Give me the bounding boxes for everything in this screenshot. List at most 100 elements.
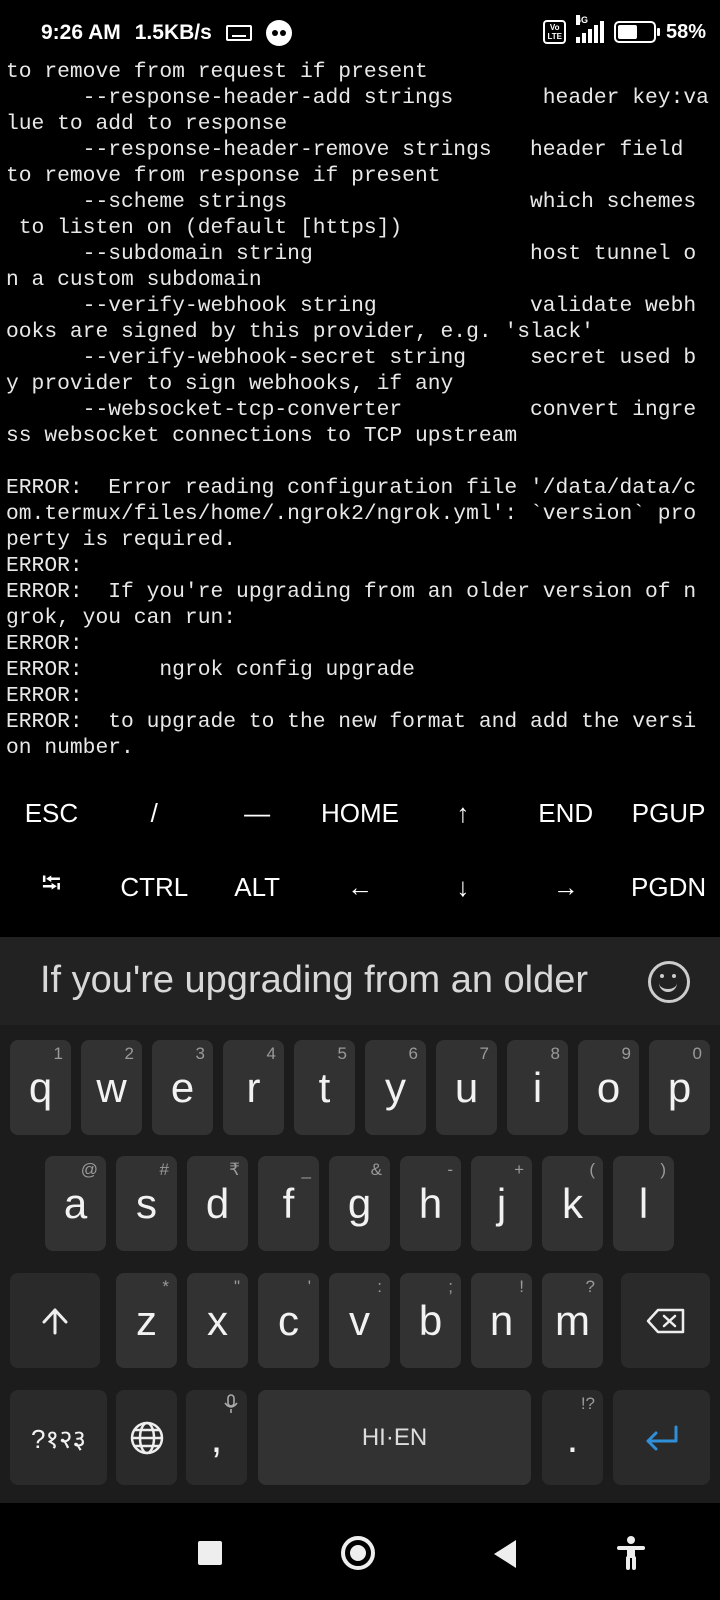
key-f[interactable]: f _ bbox=[258, 1156, 319, 1251]
extra-key-2-2[interactable]: CTRL bbox=[103, 850, 206, 924]
extra-key-2-3[interactable]: ALT bbox=[206, 850, 309, 924]
key-t-label: t bbox=[318, 1063, 331, 1111]
extra-key-2-5[interactable]: ↓ bbox=[411, 850, 514, 924]
extra-key-1-2[interactable]: / bbox=[103, 776, 206, 850]
key-z-label: z bbox=[136, 1296, 157, 1344]
soft-keyboard: If you're upgrading from an older q1w2e3… bbox=[0, 937, 720, 1503]
key-e-label: e bbox=[170, 1063, 195, 1111]
terminal-output[interactable]: to remove from request if present --resp… bbox=[6, 59, 716, 761]
key-y[interactable]: y6 bbox=[365, 1040, 426, 1135]
key-f-hint: _ bbox=[301, 1160, 311, 1179]
key-l[interactable]: l) bbox=[613, 1156, 674, 1251]
key-p-hint: 0 bbox=[692, 1044, 702, 1063]
terminal-line: --response-header-add strings header key… bbox=[6, 86, 709, 110]
home-icon[interactable] bbox=[341, 1536, 375, 1570]
key-p[interactable]: p0 bbox=[649, 1040, 710, 1135]
key-t[interactable]: t5 bbox=[294, 1040, 355, 1135]
key-m[interactable]: m? bbox=[542, 1273, 603, 1368]
space-bar[interactable]: HI·EN bbox=[258, 1390, 531, 1485]
terminal-line: --scheme strings which schemes bbox=[6, 190, 697, 214]
enter-key[interactable] bbox=[613, 1390, 710, 1485]
battery-percent: 58% bbox=[665, 20, 706, 43]
key-k[interactable]: k( bbox=[542, 1156, 603, 1251]
key-q-label: q bbox=[28, 1063, 53, 1111]
key-e[interactable]: e3 bbox=[152, 1040, 213, 1135]
key-v-hint: : bbox=[377, 1277, 382, 1296]
key-a[interactable]: a @ bbox=[45, 1156, 106, 1251]
key-c-label: c bbox=[278, 1296, 299, 1344]
recents-icon[interactable] bbox=[198, 1541, 222, 1565]
status-left: 9:26 AM 1.5KB/s bbox=[41, 20, 292, 46]
accessibility-icon[interactable] bbox=[614, 1535, 648, 1571]
key-l-hint: ) bbox=[660, 1160, 666, 1179]
key-v[interactable]: v: bbox=[329, 1273, 390, 1368]
extra-key-2-4[interactable]: ← bbox=[309, 850, 412, 924]
terminal-line: ERROR: ngrok config upgrade bbox=[6, 658, 415, 682]
key-v-label: v bbox=[349, 1296, 370, 1344]
key-i[interactable]: i8 bbox=[507, 1040, 568, 1135]
key-h[interactable]: h- bbox=[400, 1156, 461, 1251]
clock: 9:26 AM bbox=[41, 21, 121, 44]
period-key-hint: !? bbox=[580, 1394, 595, 1413]
battery-icon bbox=[613, 21, 660, 43]
terminal-line: ERROR: bbox=[6, 684, 83, 708]
emoji-icon[interactable] bbox=[648, 961, 690, 1003]
key-d[interactable]: d ₹ bbox=[187, 1156, 248, 1251]
key-n-hint: ! bbox=[519, 1277, 524, 1296]
terminal-line: on number. bbox=[6, 736, 134, 760]
comma-key[interactable]: , bbox=[186, 1390, 247, 1485]
suggestion-text[interactable]: If you're upgrading from an older bbox=[40, 959, 588, 1002]
key-s[interactable]: s # bbox=[116, 1156, 177, 1251]
terminal-line: om.termux/files/home/.ngrok2/ngrok.yml':… bbox=[6, 502, 697, 526]
extra-key-1-6[interactable]: END bbox=[514, 776, 617, 850]
key-i-label: i bbox=[532, 1063, 543, 1111]
period-key-label: . bbox=[566, 1413, 579, 1461]
extra-key-1-4[interactable]: HOME bbox=[309, 776, 412, 850]
key-j-hint: + bbox=[514, 1160, 524, 1179]
key-n[interactable]: n! bbox=[471, 1273, 532, 1368]
key-z-hint: * bbox=[162, 1277, 169, 1296]
key-o-label: o bbox=[596, 1063, 621, 1111]
key-c[interactable]: c ' bbox=[258, 1273, 319, 1368]
key-s-hint: # bbox=[159, 1160, 169, 1179]
extra-key-1-5[interactable]: ↑ bbox=[411, 776, 514, 850]
symbols-key[interactable]: ?१२३ bbox=[10, 1390, 107, 1485]
shift-key[interactable] bbox=[10, 1273, 100, 1368]
key-k-label: k bbox=[562, 1179, 583, 1227]
key-t-hint: 5 bbox=[337, 1044, 347, 1063]
key-x-hint: " bbox=[233, 1277, 240, 1296]
key-g[interactable]: g & bbox=[329, 1156, 390, 1251]
terminal-line: to listen on (default [https]) bbox=[6, 216, 403, 240]
period-key[interactable]: .!? bbox=[542, 1390, 603, 1485]
key-m-hint: ? bbox=[585, 1277, 595, 1296]
key-f-label: f bbox=[282, 1179, 295, 1227]
extra-key-1-1[interactable]: ESC bbox=[0, 776, 103, 850]
key-w[interactable]: w2 bbox=[81, 1040, 142, 1135]
extra-key-2-1[interactable]: ⭾ bbox=[0, 850, 103, 924]
extra-keys-row-2: ⭾ CTRL ALT ← ↓ → PGDN bbox=[0, 850, 720, 924]
extra-key-2-6[interactable]: → bbox=[514, 850, 617, 924]
key-r-label: r bbox=[246, 1063, 261, 1111]
key-x[interactable]: x " bbox=[187, 1273, 248, 1368]
key-j[interactable]: j + bbox=[471, 1156, 532, 1251]
net-speed: 1.5KB/s bbox=[134, 21, 212, 44]
extra-key-1-7[interactable]: PGUP bbox=[617, 776, 720, 850]
key-h-hint: - bbox=[447, 1160, 453, 1179]
key-u[interactable]: u7 bbox=[436, 1040, 497, 1135]
key-z[interactable]: z * bbox=[116, 1273, 177, 1368]
back-icon[interactable] bbox=[494, 1540, 516, 1568]
key-b[interactable]: b; bbox=[400, 1273, 461, 1368]
terminal-line: ooks are signed by this provider, e.g. '… bbox=[6, 320, 594, 344]
key-r[interactable]: r4 bbox=[223, 1040, 284, 1135]
extra-key-2-7[interactable]: PGDN bbox=[617, 850, 720, 924]
key-q[interactable]: q1 bbox=[10, 1040, 71, 1135]
key-u-hint: 7 bbox=[479, 1044, 489, 1063]
backspace-key[interactable] bbox=[621, 1273, 710, 1368]
key-d-hint: ₹ bbox=[229, 1160, 240, 1179]
terminal-line: --response-header-remove strings header … bbox=[6, 138, 684, 162]
volte-icon: Vo LTE bbox=[543, 20, 566, 44]
terminal-line: ERROR: to upgrade to the new format and … bbox=[6, 710, 697, 734]
key-o[interactable]: o9 bbox=[578, 1040, 639, 1135]
language-key[interactable] bbox=[116, 1390, 177, 1485]
extra-key-1-3[interactable]: — bbox=[206, 776, 309, 850]
